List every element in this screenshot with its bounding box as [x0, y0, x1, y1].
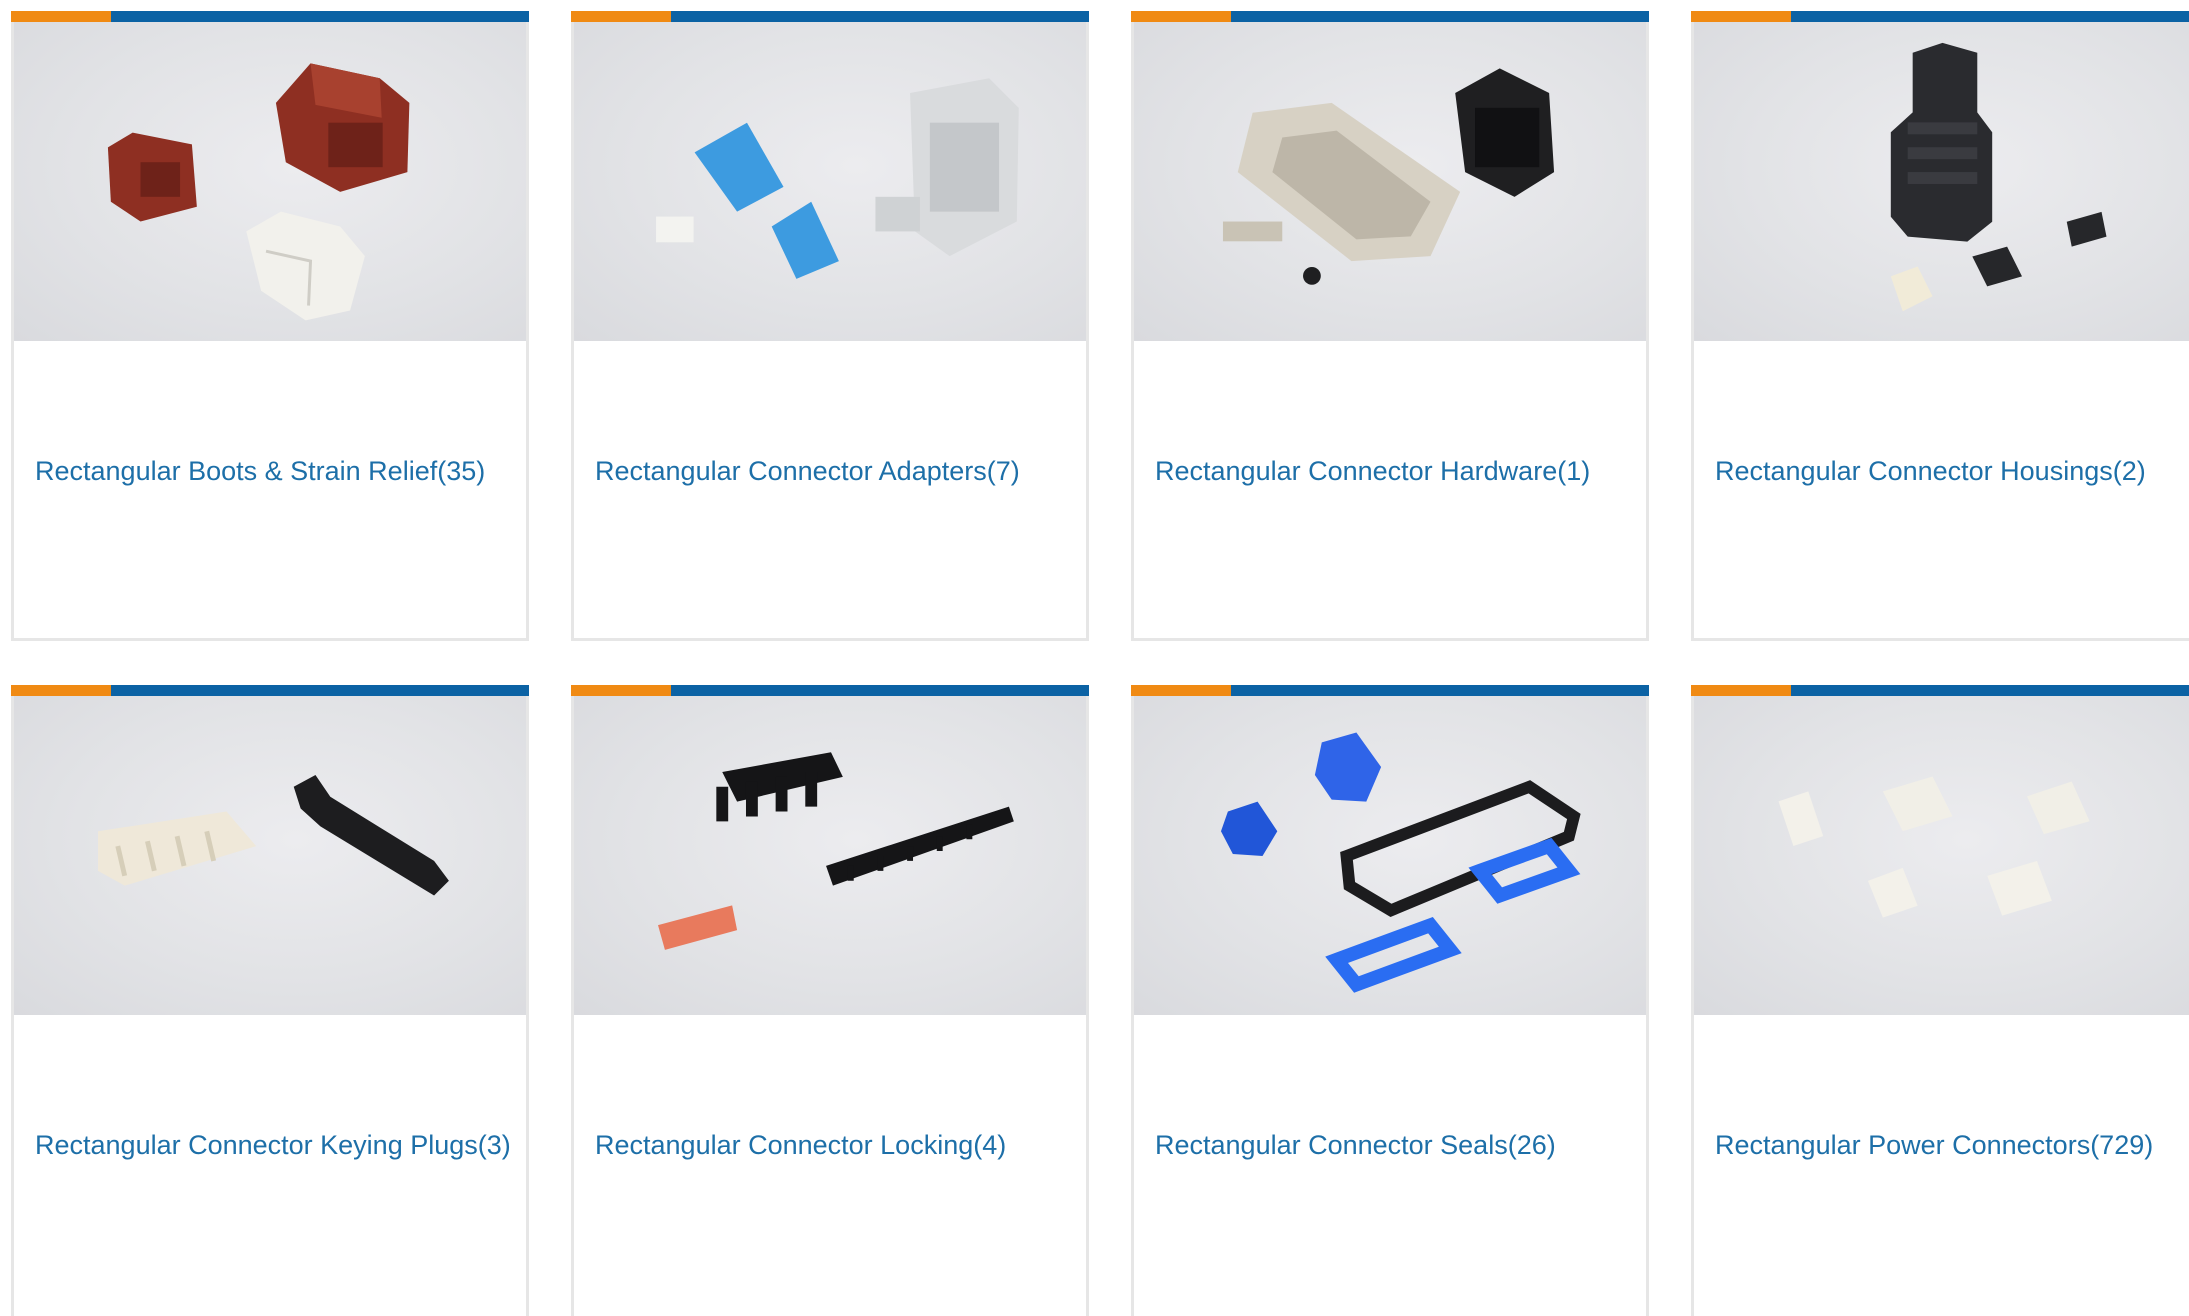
- category-card-boots-strain-relief[interactable]: Rectangular Boots & Strain Relief(35): [11, 11, 529, 641]
- category-link[interactable]: Rectangular Connector Seals(26): [1155, 1128, 1556, 1162]
- category-card-connector-housings[interactable]: Rectangular Connector Housings(2): [1691, 11, 2189, 641]
- keying-plugs-icon: [98, 774, 449, 896]
- category-image[interactable]: [1694, 696, 2189, 1015]
- category-link[interactable]: Rectangular Connector Adapters(7): [595, 454, 1020, 488]
- card-accent-bar: [571, 11, 1089, 22]
- category-link[interactable]: Rectangular Boots & Strain Relief(35): [35, 454, 485, 488]
- connector-hardware-icon: [1222, 68, 1555, 285]
- category-image[interactable]: [1134, 696, 1646, 1015]
- category-card-power-connectors[interactable]: Rectangular Power Connectors(729): [1691, 685, 2189, 1316]
- card-accent-bar: [1131, 11, 1649, 22]
- card-accent-bar: [1131, 685, 1649, 696]
- category-link[interactable]: Rectangular Connector Keying Plugs(3): [35, 1128, 511, 1162]
- category-card-connector-seals[interactable]: Rectangular Connector Seals(26): [1131, 685, 1649, 1316]
- category-card-connector-hardware[interactable]: Rectangular Connector Hardware(1): [1131, 11, 1649, 641]
- power-connectors-icon: [1778, 776, 2090, 918]
- category-link[interactable]: Rectangular Power Connectors(729): [1715, 1128, 2153, 1162]
- connector-locking-icon: [658, 752, 1014, 950]
- card-accent-bar: [571, 685, 1089, 696]
- card-accent-bar: [1691, 11, 2189, 22]
- category-link[interactable]: Rectangular Connector Locking(4): [595, 1128, 1006, 1162]
- connector-seals-icon: [1220, 732, 1581, 993]
- card-accent-bar: [1691, 685, 2189, 696]
- card-accent-bar: [11, 685, 529, 696]
- category-image[interactable]: [14, 696, 526, 1015]
- category-link[interactable]: Rectangular Connector Housings(2): [1715, 454, 2146, 488]
- category-card-connector-locking[interactable]: Rectangular Connector Locking(4): [571, 685, 1089, 1316]
- boots-strain-relief-icon: [107, 63, 410, 321]
- category-image[interactable]: [1694, 22, 2189, 341]
- category-grid: Rectangular Boots & Strain Relief(35) Re…: [0, 0, 2189, 1316]
- category-card-keying-plugs[interactable]: Rectangular Connector Keying Plugs(3): [11, 685, 529, 1316]
- category-image[interactable]: [574, 696, 1086, 1015]
- category-card-connector-adapters[interactable]: Rectangular Connector Adapters(7): [571, 11, 1089, 641]
- connector-adapters-icon: [656, 78, 1019, 279]
- category-image[interactable]: [1134, 22, 1646, 341]
- category-image[interactable]: [574, 22, 1086, 341]
- connector-housings-icon: [1890, 42, 2107, 312]
- card-accent-bar: [11, 11, 529, 22]
- category-image[interactable]: [14, 22, 526, 341]
- category-link[interactable]: Rectangular Connector Hardware(1): [1155, 454, 1590, 488]
